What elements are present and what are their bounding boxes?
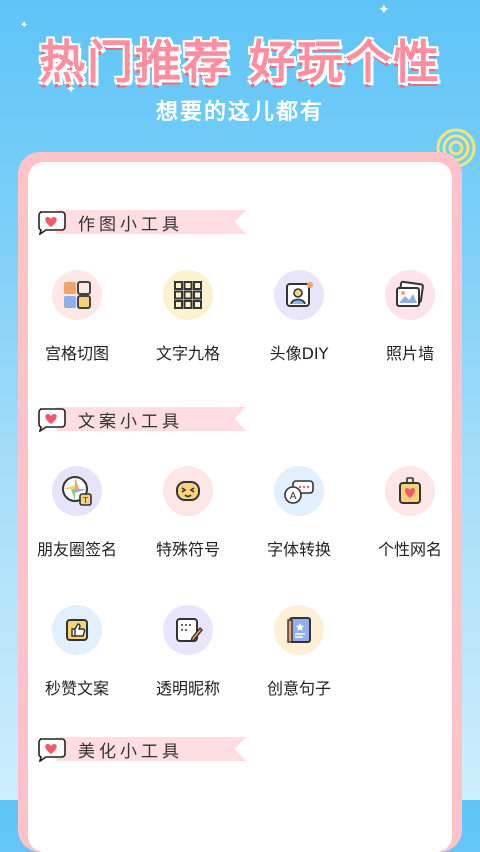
grid-split-icon [52, 270, 102, 320]
section-header-draw-tools: 作图小工具 [36, 206, 246, 238]
tool-font-convert[interactable]: A 字体转换 [249, 466, 349, 560]
tool-avatar-diy[interactable]: 头像DIY [249, 270, 349, 364]
tool-moments-signature[interactable]: T 朋友圈签名 [27, 466, 127, 560]
tool-label: 宫格切图 [44, 344, 109, 363]
section-header-beautify-tools: 美化小工具 [36, 733, 246, 765]
hero-subtitle: 想要的这儿都有 [155, 100, 324, 125]
creative-sentence-icon [274, 605, 324, 655]
avatar-diy-icon [274, 270, 324, 320]
special-symbol-icon [163, 466, 213, 516]
tool-label: 文字九格 [155, 344, 220, 363]
tool-label: 秒赞文案 [44, 679, 109, 698]
heart-bubble-icon [38, 211, 66, 235]
tool-special-symbol[interactable]: 特殊符号 [138, 466, 238, 560]
svg-text:A: A [290, 491, 297, 502]
tool-transparent-name[interactable]: 透明昵称 [138, 605, 238, 699]
heart-bubble-icon [38, 738, 66, 762]
photo-wall-icon [385, 270, 435, 320]
moments-signature-icon: T [52, 466, 102, 516]
section-header-copy-tools: 文案小工具 [36, 403, 246, 435]
tool-photo-wall[interactable]: 照片墙 [360, 270, 460, 364]
font-convert-icon: A [274, 466, 324, 516]
tool-label: 头像DIY [269, 344, 329, 363]
nine-grid-text-icon [163, 270, 213, 320]
section-title: 作图小工具 [78, 214, 183, 235]
tool-label: 创意句子 [266, 679, 331, 698]
tool-label: 字体转换 [266, 540, 331, 559]
sparkle-icon: ✦ [378, 2, 390, 18]
section-title: 文案小工具 [78, 411, 183, 432]
tool-label: 照片墙 [385, 344, 434, 363]
tool-nickname[interactable]: 个性网名 [360, 466, 460, 560]
section-title: 美化小工具 [78, 741, 183, 762]
like-copy-icon [52, 605, 102, 655]
svg-text:T: T [82, 496, 88, 505]
hero-title: 热门推荐 好玩个性 [38, 35, 441, 89]
transparent-name-icon [163, 605, 213, 655]
tool-grid-split[interactable]: 宫格切图 [27, 270, 127, 364]
tool-label: 个性网名 [377, 540, 442, 559]
tool-nine-grid-text[interactable]: 文字九格 [138, 270, 238, 364]
heart-bubble-icon [38, 408, 66, 432]
tool-label: 特殊符号 [155, 540, 220, 559]
tool-creative-sentence[interactable]: 创意句子 [249, 605, 349, 699]
tool-label: 朋友圈签名 [36, 540, 117, 559]
tool-like-copy[interactable]: 秒赞文案 [27, 605, 127, 699]
tool-label: 透明昵称 [155, 679, 220, 698]
nickname-icon [385, 466, 435, 516]
